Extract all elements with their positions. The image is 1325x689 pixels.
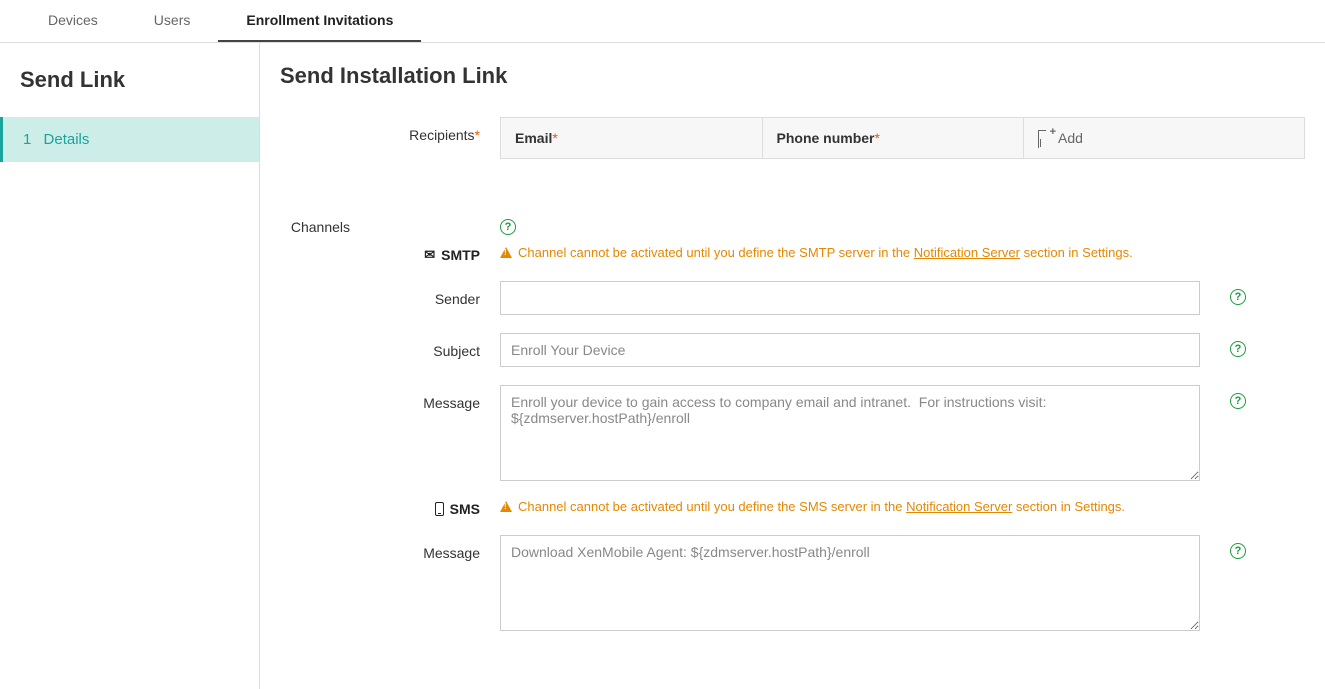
step-number: 1 xyxy=(23,131,31,148)
subject-input[interactable] xyxy=(500,333,1200,367)
smtp-message-input[interactable] xyxy=(500,385,1200,481)
envelope-icon: ✉ xyxy=(424,247,435,263)
notification-server-link[interactable]: Notification Server xyxy=(914,245,1020,260)
top-tabs: Devices Users Enrollment Invitations xyxy=(0,0,1325,43)
notification-server-link[interactable]: Notification Server xyxy=(906,499,1012,514)
help-icon[interactable]: ? xyxy=(1230,543,1246,559)
sms-warning: Channel cannot be activated until you de… xyxy=(500,499,1125,514)
warning-icon xyxy=(500,247,512,258)
recipients-label: Recipients* xyxy=(280,117,500,159)
help-icon[interactable]: ? xyxy=(1230,289,1246,305)
sms-message-label: Message xyxy=(280,535,500,561)
help-icon[interactable]: ? xyxy=(500,219,516,235)
recipients-email-col: Email* xyxy=(501,118,763,158)
help-icon[interactable]: ? xyxy=(1230,341,1246,357)
add-label: Add xyxy=(1058,130,1083,146)
add-recipient-button[interactable]: + Add xyxy=(1024,118,1304,158)
sidebar: Send Link 1 Details xyxy=(0,43,260,689)
sms-channel-label: SMS xyxy=(280,499,500,517)
recipients-phone-col: Phone number* xyxy=(763,118,1025,158)
page-title: Send Installation Link xyxy=(280,63,1305,89)
sms-message-input[interactable] xyxy=(500,535,1200,631)
smtp-message-label: Message xyxy=(280,385,500,411)
tab-users[interactable]: Users xyxy=(126,0,219,42)
sidebar-title: Send Link xyxy=(0,43,259,117)
channels-label: Channels xyxy=(280,219,370,235)
sender-label: Sender xyxy=(280,281,500,307)
tab-devices[interactable]: Devices xyxy=(20,0,126,42)
sender-input[interactable] xyxy=(500,281,1200,315)
smtp-warning: Channel cannot be activated until you de… xyxy=(500,245,1133,260)
warning-icon xyxy=(500,501,512,512)
help-icon[interactable]: ? xyxy=(1230,393,1246,409)
main-content: Send Installation Link Recipients* Email… xyxy=(260,43,1325,689)
smtp-channel-label: ✉ SMTP xyxy=(280,245,500,263)
recipients-header: Email* Phone number* + Add xyxy=(500,117,1305,159)
subject-label: Subject xyxy=(280,333,500,359)
phone-icon xyxy=(435,502,444,516)
tab-enrollment-invitations[interactable]: Enrollment Invitations xyxy=(218,0,421,42)
add-icon: + xyxy=(1038,131,1052,145)
step-label: Details xyxy=(44,131,90,148)
step-details[interactable]: 1 Details xyxy=(0,117,259,162)
